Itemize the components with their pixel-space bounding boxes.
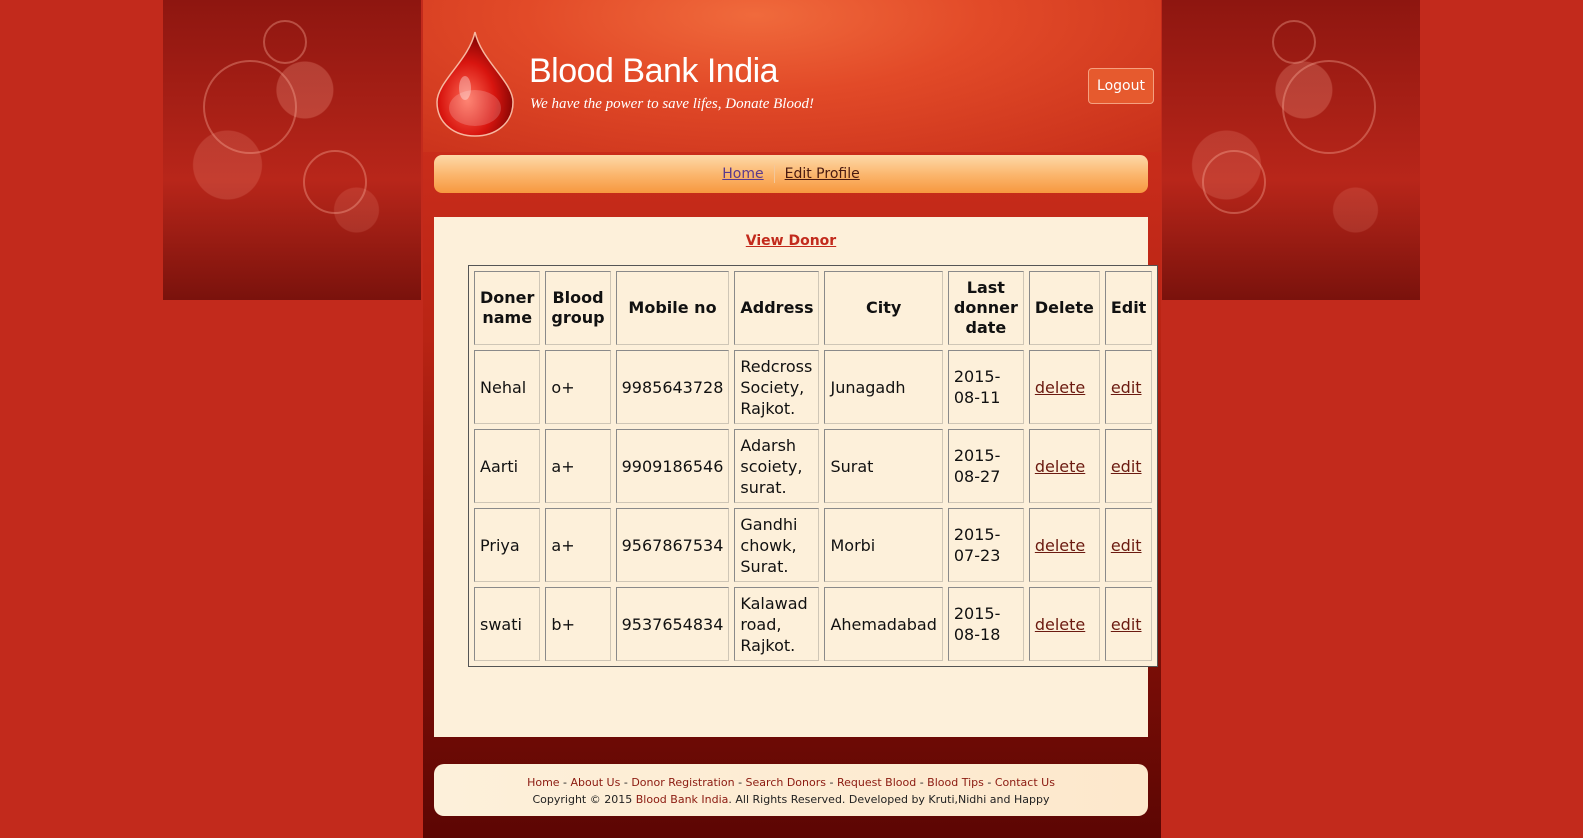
cell-address: Gandhi chowk, Surat. — [734, 508, 820, 582]
footer-separator: - — [559, 776, 571, 789]
cell-blood-group: a+ — [545, 429, 611, 503]
column-header-doner-name: Doner name — [474, 271, 541, 345]
edit-link[interactable]: edit — [1111, 378, 1142, 397]
edit-link[interactable]: edit — [1111, 536, 1142, 555]
site-footer: Home - About Us - Donor Registration - S… — [434, 764, 1148, 816]
cell-delete: delete — [1028, 508, 1100, 582]
donor-table: Doner name Blood group Mobile no Address… — [468, 265, 1159, 667]
cell-blood-group: a+ — [545, 508, 611, 582]
site-header: Blood Bank India We have the power to sa… — [423, 0, 1161, 152]
footer-link-contact-us[interactable]: Contact Us — [995, 776, 1055, 789]
cell-city: Surat — [824, 429, 943, 503]
column-header-mobile-no: Mobile no — [615, 271, 730, 345]
cell-doner-name: swati — [474, 587, 541, 661]
copyright-notice: Copyright © 2015 Blood Bank India. All R… — [434, 793, 1148, 806]
delete-link[interactable]: delete — [1035, 536, 1085, 555]
table-row: Aarti a+ 9909186546 Adarsh scoiety, sura… — [474, 429, 1153, 503]
delete-link[interactable]: delete — [1035, 378, 1085, 397]
column-header-blood-group: Blood group — [545, 271, 611, 345]
table-header-row: Doner name Blood group Mobile no Address… — [474, 271, 1153, 345]
content-panel: View Donor Doner name Blood group Mobile… — [434, 217, 1159, 737]
cell-last-donner-date: 2015-08-11 — [947, 350, 1024, 424]
cell-last-donner-date: 2015-07-23 — [947, 508, 1024, 582]
cell-delete: delete — [1028, 429, 1100, 503]
footer-separator: - — [916, 776, 928, 789]
cell-doner-name: Priya — [474, 508, 541, 582]
table-row: Priya a+ 9567867534 Gandhi chowk, Surat.… — [474, 508, 1153, 582]
cell-address: Adarsh scoiety, surat. — [734, 429, 820, 503]
cell-city: Junagadh — [824, 350, 943, 424]
cell-delete: delete — [1028, 350, 1100, 424]
cell-edit: edit — [1104, 350, 1153, 424]
column-header-city: City — [824, 271, 943, 345]
cell-last-donner-date: 2015-08-18 — [947, 587, 1024, 661]
footer-link-donor-registration[interactable]: Donor Registration — [631, 776, 734, 789]
site-title: Blood Bank India — [529, 52, 779, 90]
logout-button[interactable]: Logout — [1088, 68, 1154, 104]
page-title[interactable]: View Donor — [434, 233, 1148, 249]
copyright-suffix: . All Rights Reserved. Developed by Krut… — [728, 793, 1050, 806]
cell-mobile-no: 9909186546 — [615, 429, 730, 503]
column-header-delete: Delete — [1028, 271, 1100, 345]
footer-link-about-us[interactable]: About Us — [571, 776, 621, 789]
delete-link[interactable]: delete — [1035, 615, 1085, 634]
cell-blood-group: b+ — [545, 587, 611, 661]
column-header-last-donner-date: Last donner date — [947, 271, 1024, 345]
cell-doner-name: Aarti — [474, 429, 541, 503]
column-header-edit: Edit — [1104, 271, 1153, 345]
footer-link-blood-tips[interactable]: Blood Tips — [927, 776, 984, 789]
cell-address: Redcross Society, Rajkot. — [734, 350, 820, 424]
cell-mobile-no: 9567867534 — [615, 508, 730, 582]
site-tagline: We have the power to save lifes, Donate … — [530, 96, 814, 112]
footer-links: Home - About Us - Donor Registration - S… — [434, 776, 1148, 789]
edit-link[interactable]: edit — [1111, 615, 1142, 634]
cell-edit: edit — [1104, 429, 1153, 503]
cell-address: Kalawad road, Rajkot. — [734, 587, 820, 661]
cell-city: Morbi — [824, 508, 943, 582]
copyright-brand: Blood Bank India — [635, 793, 729, 806]
table-row: Nehal o+ 9985643728 Redcross Society, Ra… — [474, 350, 1153, 424]
footer-link-home[interactable]: Home — [527, 776, 559, 789]
decorative-floral-panel-left — [163, 0, 421, 300]
footer-separator: - — [734, 776, 746, 789]
table-row: swati b+ 9537654834 Kalawad road, Rajkot… — [474, 587, 1153, 661]
edit-link[interactable]: edit — [1111, 457, 1142, 476]
main-navigation: Home Edit Profile — [434, 155, 1148, 193]
footer-link-search-donors[interactable]: Search Donors — [746, 776, 826, 789]
cell-blood-group: o+ — [545, 350, 611, 424]
cell-last-donner-date: 2015-08-27 — [947, 429, 1024, 503]
footer-separator: - — [826, 776, 837, 789]
nav-link-home[interactable]: Home — [712, 166, 773, 182]
delete-link[interactable]: delete — [1035, 457, 1085, 476]
cell-city: Ahemadabad — [824, 587, 943, 661]
column-header-address: Address — [734, 271, 820, 345]
cell-doner-name: Nehal — [474, 350, 541, 424]
cell-delete: delete — [1028, 587, 1100, 661]
page-container: Blood Bank India We have the power to sa… — [423, 0, 1161, 838]
nav-link-edit-profile[interactable]: Edit Profile — [775, 166, 870, 182]
cell-mobile-no: 9537654834 — [615, 587, 730, 661]
cell-edit: edit — [1104, 587, 1153, 661]
cell-edit: edit — [1104, 508, 1153, 582]
footer-separator: - — [620, 776, 632, 789]
copyright-prefix: Copyright © 2015 — [532, 793, 636, 806]
footer-separator: - — [983, 776, 995, 789]
blood-drop-icon — [436, 31, 514, 137]
decorative-floral-panel-right — [1162, 0, 1420, 300]
footer-link-request-blood[interactable]: Request Blood — [837, 776, 916, 789]
cell-mobile-no: 9985643728 — [615, 350, 730, 424]
